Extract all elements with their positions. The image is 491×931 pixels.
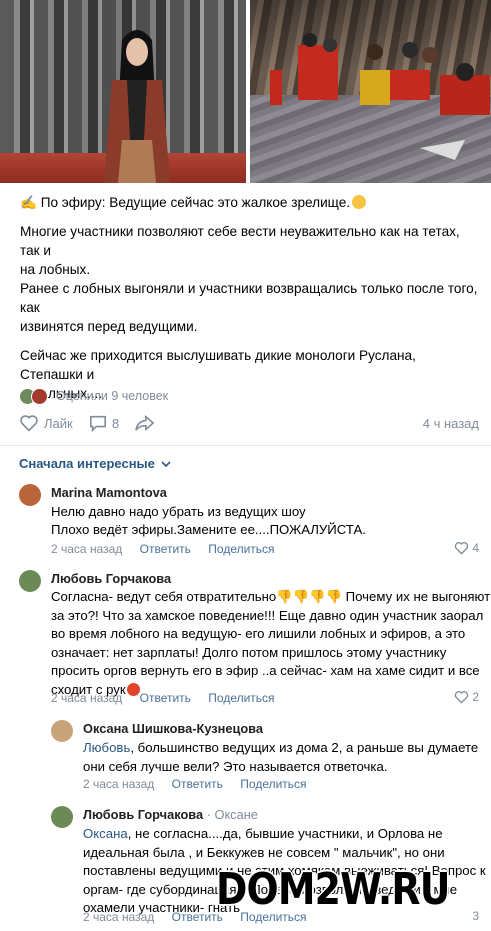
comment-author[interactable]: Оксана Шишкова-Кузнецова bbox=[83, 721, 263, 736]
comment-time[interactable]: 2 часа назад bbox=[83, 910, 154, 924]
post-actions: Лайк 8 4 ч назад bbox=[19, 414, 479, 436]
like-button[interactable]: Лайк bbox=[19, 414, 73, 432]
reactions-label: Оценили 9 человек bbox=[56, 389, 169, 403]
comment-text-line: Согласна- ведут себя отвратительно👎👎👎👎 П… bbox=[51, 589, 491, 604]
like-label: Лайк bbox=[44, 415, 73, 431]
comment-text-line: за это?! Что за хамское поведение!!! Еще… bbox=[51, 607, 484, 623]
comment-author[interactable]: Любовь Горчакова · Оксане bbox=[83, 807, 258, 822]
divider bbox=[0, 445, 491, 446]
avatar[interactable] bbox=[51, 806, 73, 828]
photo-group[interactable] bbox=[250, 0, 491, 183]
comment-text-line: Плохо ведёт эфиры.Замените ее....ПОЖАЛУЙ… bbox=[51, 522, 366, 537]
comment-like-button[interactable]: 2 bbox=[454, 690, 479, 704]
comment-like-count: 4 bbox=[472, 541, 479, 555]
heart-icon bbox=[20, 415, 38, 432]
post-time[interactable]: 4 ч назад bbox=[423, 416, 479, 431]
heart-icon bbox=[455, 542, 469, 555]
reactor-avatar bbox=[31, 387, 48, 405]
sort-label: Сначала интересные bbox=[19, 456, 155, 471]
comment-like-count: 2 bbox=[472, 690, 479, 704]
host-figure bbox=[104, 30, 170, 183]
comment-meta: 2 часа назад Ответить Поделиться bbox=[51, 691, 289, 705]
share-comment-button[interactable]: Поделиться bbox=[240, 777, 306, 791]
comment-time[interactable]: 2 часа назад bbox=[83, 777, 154, 791]
comment-time[interactable]: 2 часа назад bbox=[51, 691, 122, 705]
comment-author[interactable]: Любовь Горчакова bbox=[51, 571, 171, 586]
avatar[interactable] bbox=[19, 570, 41, 592]
share-comment-button[interactable]: Поделиться bbox=[208, 691, 274, 705]
comment-text-line: означает: нет зарплаты! Долго потом приш… bbox=[51, 644, 447, 660]
comments-sort-dropdown[interactable]: Сначала интересные bbox=[19, 456, 171, 471]
comment-like-count: 3 bbox=[472, 909, 479, 923]
reactions-summary[interactable]: Оценили 9 человек bbox=[19, 386, 168, 406]
mention-link[interactable]: Любовь bbox=[83, 740, 130, 755]
comment: Любовь Горчакова Согласна- ведут себя от… bbox=[19, 570, 490, 710]
post-paragraph-2: Многие участники позволяют себе вести не… bbox=[20, 224, 478, 334]
reply-button[interactable]: Ответить bbox=[172, 777, 223, 791]
comment-time[interactable]: 2 часа назад bbox=[51, 542, 122, 556]
avatar[interactable] bbox=[51, 720, 73, 742]
comment-text-line: Нелю давно надо убрать из ведущих шоу bbox=[51, 504, 306, 519]
comment-author[interactable]: Marina Mamontova bbox=[51, 485, 167, 500]
share-button[interactable] bbox=[135, 414, 155, 432]
photo-host[interactable] bbox=[0, 0, 246, 183]
comment-text-line: во время лобного на ведущую- его лишили … bbox=[51, 626, 466, 641]
share-icon bbox=[135, 414, 155, 432]
thumbs-down-emoji-icon: 👎👎👎👎 bbox=[276, 589, 342, 604]
smile-emoji-icon bbox=[352, 195, 367, 209]
heart-icon bbox=[455, 691, 469, 704]
comment-text-line: они себя лучше вели? Это называется отве… bbox=[83, 758, 388, 774]
watermark: DOM2W.RU bbox=[216, 864, 450, 915]
group-scene bbox=[270, 33, 490, 160]
comment-meta: 2 часа назад Ответить Поделиться bbox=[83, 777, 321, 791]
comment-like-button[interactable]: 4 bbox=[454, 541, 479, 555]
comment-text-line: Любовь, большинство ведущих из дома 2, а… bbox=[83, 740, 479, 755]
comments-count: 8 bbox=[112, 415, 120, 431]
comments-button[interactable]: 8 bbox=[89, 414, 119, 432]
reply-button[interactable]: Ответить bbox=[140, 691, 191, 705]
post-text: ✍️ По эфиру: Ведущие сейчас это жалкое з… bbox=[20, 193, 480, 413]
comment-text-line: Оксана, не согласна....да, бывшие участн… bbox=[83, 826, 443, 841]
share-comment-button[interactable]: Поделиться bbox=[208, 542, 274, 556]
post-photos[interactable] bbox=[0, 0, 491, 183]
comment-text-line: идеальная была , и Беккужев не совсем " … bbox=[83, 844, 445, 860]
comment-icon bbox=[89, 415, 107, 432]
reply-button[interactable]: Ответить bbox=[140, 542, 191, 556]
comment-like-button[interactable]: 3 bbox=[472, 909, 479, 923]
avatar[interactable] bbox=[19, 484, 41, 506]
comment: Marina Mamontova Нелю давно надо убрать … bbox=[19, 484, 479, 556]
post-paragraph-1: ✍️ По эфиру: Ведущие сейчас это жалкое з… bbox=[20, 193, 480, 212]
mention-link[interactable]: Оксана bbox=[83, 826, 128, 841]
comment-text-line: просить оргов вернуть его в эфир ..а сей… bbox=[51, 663, 480, 678]
comment-reply: Оксана Шишкова-Кузнецова Любовь, большин… bbox=[51, 720, 479, 792]
comment-meta: 2 часа назад Ответить Поделиться bbox=[51, 542, 289, 556]
reply-to-label[interactable]: · Оксане bbox=[207, 807, 258, 822]
chevron-down-icon bbox=[161, 460, 171, 467]
